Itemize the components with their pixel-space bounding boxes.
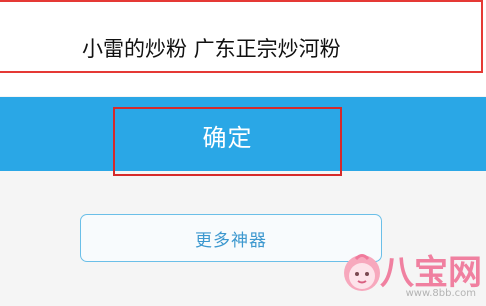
watermark: 八宝网 www.8bb.com — [340, 250, 482, 302]
confirm-button-label: 确定 — [202, 124, 253, 152]
name-input-field[interactable]: 小雷的炒粉 广东正宗炒河粉 — [0, 0, 483, 73]
baby-face-icon — [344, 254, 380, 291]
name-input-value: 小雷的炒粉 广东正宗炒河粉 — [82, 37, 341, 61]
more-tools-button[interactable]: 更多神器 — [80, 214, 382, 262]
input-section: 小雷的炒粉 广东正宗炒河粉 — [0, 0, 486, 96]
watermark-brand: 八宝网 — [380, 253, 482, 293]
watermark-url: www.8bb.com — [405, 288, 476, 299]
